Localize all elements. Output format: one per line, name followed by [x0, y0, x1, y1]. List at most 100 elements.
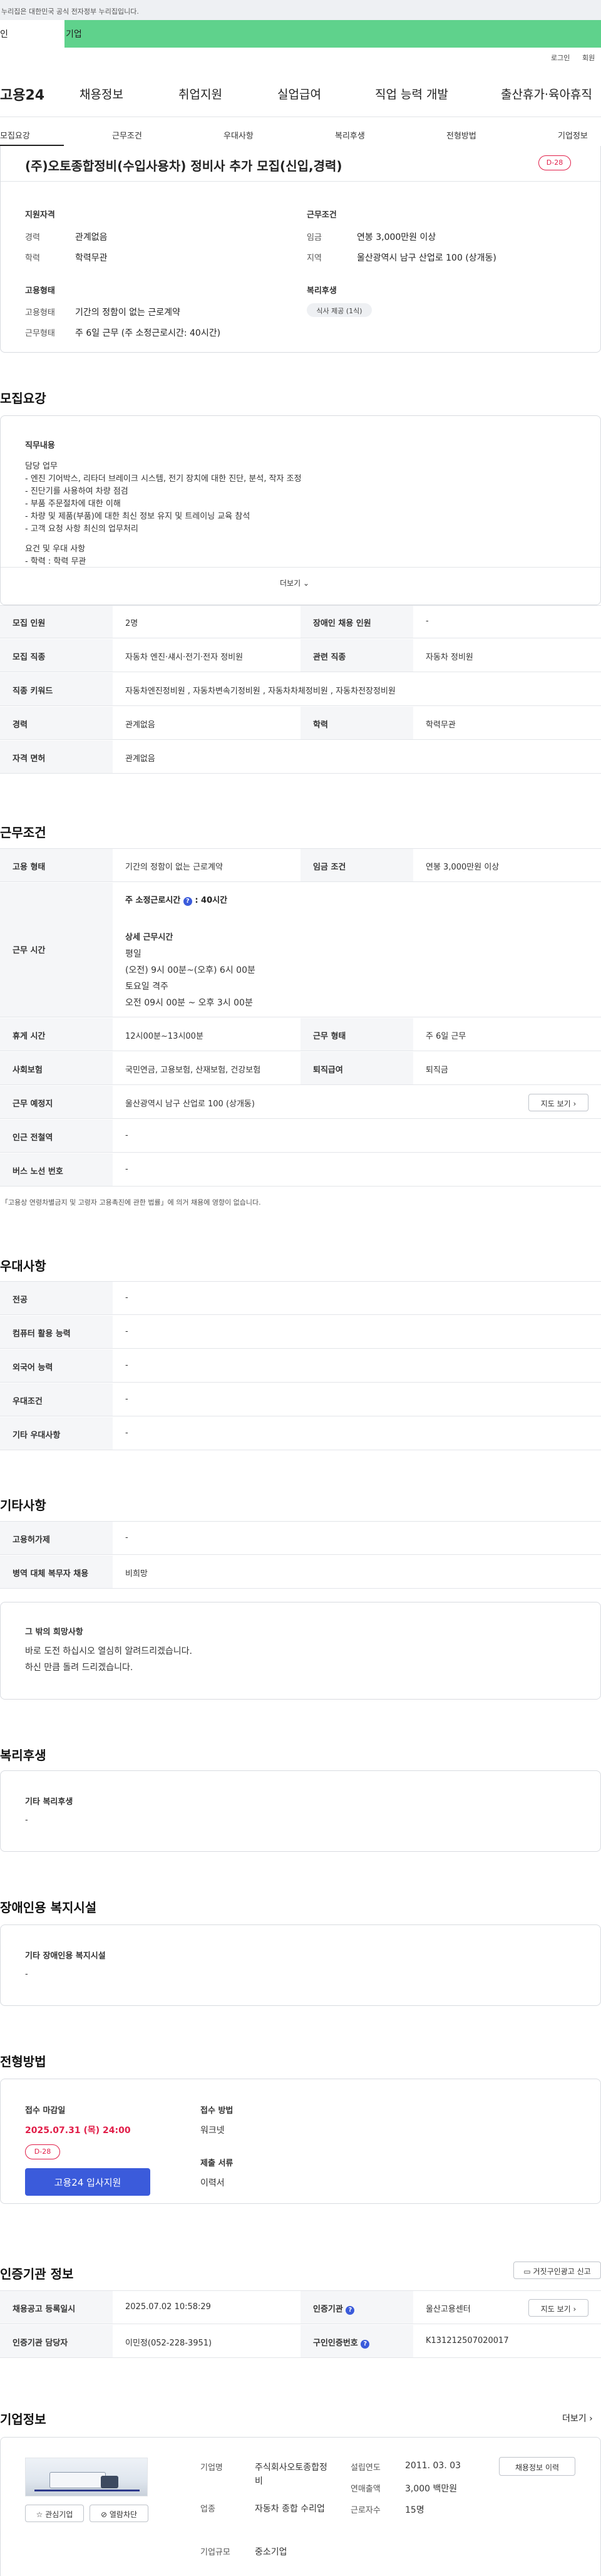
weekly-hours-value: : 40시간	[195, 896, 228, 905]
truck-shape	[49, 2472, 106, 2488]
row-value: 연봉 3,000만원 이상	[426, 863, 500, 872]
report-fake-ad-button[interactable]: ▭ 거짓구인광고 신고	[513, 2262, 601, 2279]
subnav-recruit[interactable]: 모집요강	[0, 129, 30, 141]
user-type-tabs: 인 기업	[0, 20, 601, 48]
row-key: 컴퓨터 활용 능력	[13, 1329, 71, 1339]
apply-button[interactable]: 고용24 입사지원	[25, 2168, 150, 2196]
age-discrimination-note: 「고용상 연령차별금지 및 고령자 고용촉진에 관한 법률」에 의거 채용에 영…	[1, 1198, 261, 1207]
table-row: 휴게 시간 12시00분~13시00분 근무 형태 주 6일 근무	[0, 1018, 601, 1051]
company-more-link[interactable]: 더보기 ›	[562, 2412, 593, 2424]
row-value: K131212507020017	[426, 2336, 509, 2345]
row-key: 임금 조건	[313, 863, 346, 872]
row-key: 병역 대체 복무자 채용	[13, 1569, 89, 1579]
cert-agency-key: 인증기관 ?	[313, 2302, 355, 2315]
region-value: 울산광역시 남구 산업로 100 (상개동)	[357, 253, 496, 263]
subnav-benefit[interactable]: 복리후생	[335, 129, 365, 141]
sales-value: 3,000 백만원	[405, 2484, 458, 2494]
disability-box-heading: 기타 장애인용 복지시설	[25, 1951, 106, 1961]
table-row: 근무 시간 주 소정근로시간 ? : 40시간 상세 근무시간 평일 (오전) …	[0, 883, 601, 1017]
established-value: 2011. 03. 03	[405, 2461, 461, 2471]
chevron-down-icon: ⌄	[302, 579, 310, 588]
row-value: 국민연금, 고용보험, 산재보험, 건강보험	[125, 1066, 261, 1075]
industry-label: 업종	[200, 2505, 215, 2514]
conditions-heading: 근무조건	[307, 210, 337, 220]
table-row: 우대조건 -	[0, 1383, 601, 1416]
row-key: 우대조건	[13, 1397, 43, 1406]
row-value: -	[125, 1533, 128, 1542]
row-key: 휴게 시간	[13, 1032, 46, 1041]
favorite-company-button[interactable]: ☆ 관심기업	[25, 2505, 84, 2522]
gnb-item-training[interactable]: 직업 능력 개발	[375, 85, 448, 102]
login-link[interactable]: 로그인	[551, 53, 570, 63]
duty-line: - 고객 요청 사항 최신의 업무처리	[25, 524, 138, 534]
work-section-title: 근무조건	[0, 825, 46, 840]
row-value: 울산고용센터	[426, 2305, 471, 2314]
gnb-item-jobs[interactable]: 채용정보	[80, 85, 123, 102]
more-label: 더보기	[280, 579, 301, 588]
etc-wish-line: 하신 만큼 돌려 드리겠습니다.	[25, 1663, 133, 1673]
row-value: 퇴직금	[426, 1066, 448, 1075]
info-icon[interactable]: ?	[361, 2340, 370, 2349]
table-row: 기타 우대사항 -	[0, 1417, 601, 1450]
tab-company[interactable]: 기업	[64, 20, 82, 40]
gnb-item-parental-leave[interactable]: 출산휴가·육아휴직	[501, 85, 592, 102]
duty-line: 요건 및 우대 사항	[25, 544, 86, 554]
cert-agency-label: 인증기관	[313, 2305, 343, 2314]
info-icon[interactable]: ?	[346, 2306, 355, 2315]
row-value: 관계없음	[125, 754, 155, 764]
tab-personal[interactable]: 인	[0, 20, 64, 48]
site-logo[interactable]: 고용24	[0, 84, 44, 104]
detail-hours-line: 토요일 격주	[125, 982, 168, 992]
row-key: 직종 키워드	[13, 687, 53, 696]
subnav-company[interactable]: 기업정보	[558, 129, 588, 141]
row-value: -	[125, 1327, 128, 1336]
benefit-box-heading: 기타 복리후생	[25, 1797, 73, 1807]
company-section-title: 기업정보	[0, 2412, 46, 2427]
row-value: 2025.07.02 10:58:29	[125, 2302, 211, 2312]
table-row: 직종 키워드 자동차엔진정비원 , 자동차변속기정비원 , 자동차차체정비원 ,…	[0, 673, 601, 706]
subnav-work[interactable]: 근무조건	[112, 129, 142, 141]
row-key: 모집 인원	[13, 619, 46, 628]
block-view-button[interactable]: ⊘ 열람차단	[90, 2505, 148, 2522]
recruit-more-button[interactable]: 더보기 ⌄	[280, 578, 309, 588]
info-icon[interactable]: ?	[183, 897, 192, 906]
table-row: 버스 노선 번호 -	[0, 1153, 601, 1187]
benefit-box-value: -	[25, 1815, 28, 1825]
table-row: 인근 전철역 -	[0, 1119, 601, 1153]
row-value: 울산광역시 남구 산업로 100 (상개동)	[125, 1099, 255, 1109]
career-value: 관계없음	[75, 232, 108, 242]
welfare-chip: 식사 제공 (1식)	[307, 303, 372, 317]
employment-type-value: 기간의 정함이 없는 근로계약	[75, 308, 180, 318]
gnb-item-unemployment[interactable]: 실업급여	[277, 85, 321, 102]
map-button-label: 지도 보기	[540, 1099, 571, 1108]
work-map-button[interactable]: 지도 보기 ›	[528, 1094, 588, 1111]
gnb-item-employment-support[interactable]: 취업지원	[178, 85, 222, 102]
map-button-label: 지도 보기	[540, 2305, 571, 2314]
row-value: 2명	[125, 619, 138, 628]
benefit-section-title: 복리후생	[0, 1748, 46, 1763]
method-heading: 접수 방법	[200, 2106, 234, 2116]
row-key: 장애인 채용 인원	[313, 619, 371, 628]
cert-section-title: 인증기관 정보	[0, 2267, 74, 2282]
subnav-prefer[interactable]: 우대사항	[223, 129, 254, 141]
row-key: 기타 우대사항	[13, 1431, 61, 1440]
table-row: 사회보험 국민연금, 고용보험, 산재보험, 건강보험 퇴직급여 퇴직금	[0, 1052, 601, 1085]
established-label: 설립연도	[351, 2463, 381, 2473]
job-history-button[interactable]: 채용정보 이력	[499, 2457, 575, 2476]
favorite-label: 관심기업	[45, 2510, 73, 2519]
prefer-section-title: 우대사항	[0, 1259, 46, 1274]
duty-line: 담당 업무	[25, 462, 58, 471]
employees-label: 근로자수	[351, 2506, 381, 2515]
deadline-heading: 접수 마감일	[25, 2106, 66, 2116]
weekly-hours: 주 소정근로시간 ? : 40시간	[125, 893, 227, 906]
row-key: 퇴직급여	[313, 1066, 343, 1075]
report-icon: ▭	[523, 2267, 531, 2276]
table-row: 컴퓨터 활용 능력 -	[0, 1316, 601, 1349]
row-value: 기간의 정함이 없는 근로계약	[125, 863, 223, 872]
signup-link[interactable]: 회원	[582, 53, 595, 63]
cert-map-button[interactable]: 지도 보기 ›	[528, 2299, 588, 2317]
table-row: 근무 예정지 울산광역시 남구 산업로 100 (상개동) 지도 보기 ›	[0, 1086, 601, 1119]
job-summary-card	[0, 146, 601, 353]
truck-cab-shape	[101, 2476, 118, 2488]
subnav-selection[interactable]: 전형방법	[446, 129, 476, 141]
